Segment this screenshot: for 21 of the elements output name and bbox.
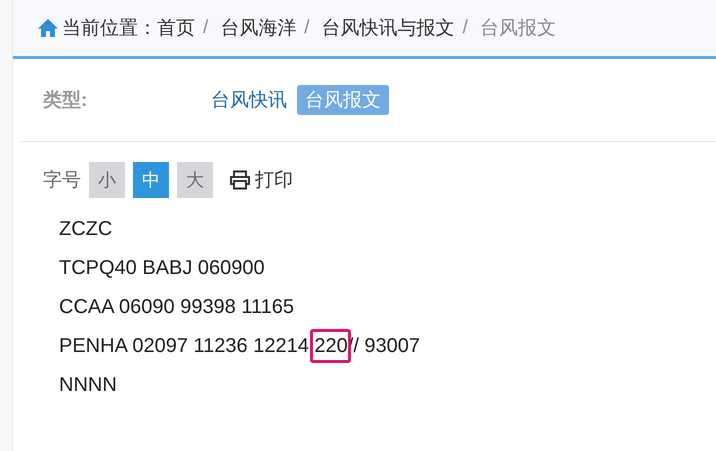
message-line: NNNN [59,374,117,397]
breadcrumb-separator: / [203,17,208,39]
font-size-button[interactable]: 中 [133,162,169,198]
print-link[interactable]: 打印 [255,167,293,193]
message-line: CCAA 06090 99398 11165 [59,296,294,319]
printer-icon[interactable] [229,170,251,190]
type-label: 类型: [43,89,88,113]
breadcrumb-current: 台风报文 [480,17,556,41]
font-size-button[interactable]: 小 [89,162,125,198]
breadcrumb-link[interactable]: 台风快讯与报文 [322,15,455,41]
type-option[interactable]: 台风快讯 [203,85,295,115]
breadcrumb-separator: / [304,17,310,39]
font-size-label: 字号 [43,169,81,193]
home-icon [37,17,59,39]
breadcrumb-link[interactable]: 首页 [157,15,195,41]
message-line: TCPQ40 BABJ 060900 [59,257,265,280]
message-line: ZCZC [59,218,112,241]
breadcrumb-link[interactable]: 台风海洋 [220,15,296,41]
breadcrumb-separator: / [462,17,468,39]
font-size-button[interactable]: 大 [177,162,213,198]
location-label: 当前位置： [62,17,157,41]
